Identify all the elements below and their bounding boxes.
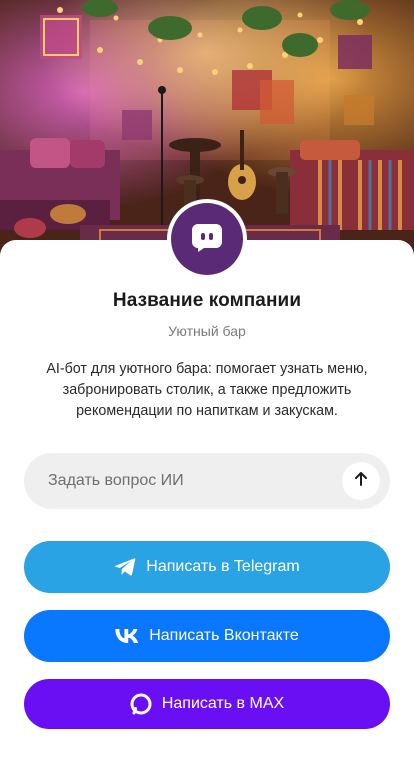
arrow-up-icon	[353, 471, 369, 492]
max-icon	[130, 693, 152, 715]
max-button[interactable]: Написать в MAX	[24, 679, 390, 729]
company-subtitle: Уютный бар	[168, 323, 246, 339]
telegram-button-label: Написать в Telegram	[146, 558, 300, 575]
ask-ai-input[interactable]	[48, 472, 342, 490]
telegram-button[interactable]: Написать в Telegram	[24, 541, 390, 593]
ask-ai-field[interactable]	[24, 453, 390, 509]
avatar-circle	[171, 203, 243, 275]
chat-bubble-icon	[190, 220, 224, 259]
vk-button[interactable]: Написать Вконтакте	[24, 610, 390, 662]
send-button[interactable]	[342, 462, 380, 500]
telegram-icon	[114, 557, 136, 577]
max-button-label: Написать в MAX	[161, 695, 285, 712]
company-description: AI-бот для уютного бара: помогает узнать…	[46, 361, 368, 419]
company-avatar	[167, 199, 247, 279]
company-name: Название компании	[112, 290, 302, 311]
vk-icon	[115, 629, 139, 643]
vk-button-label: Написать Вконтакте	[149, 627, 299, 644]
